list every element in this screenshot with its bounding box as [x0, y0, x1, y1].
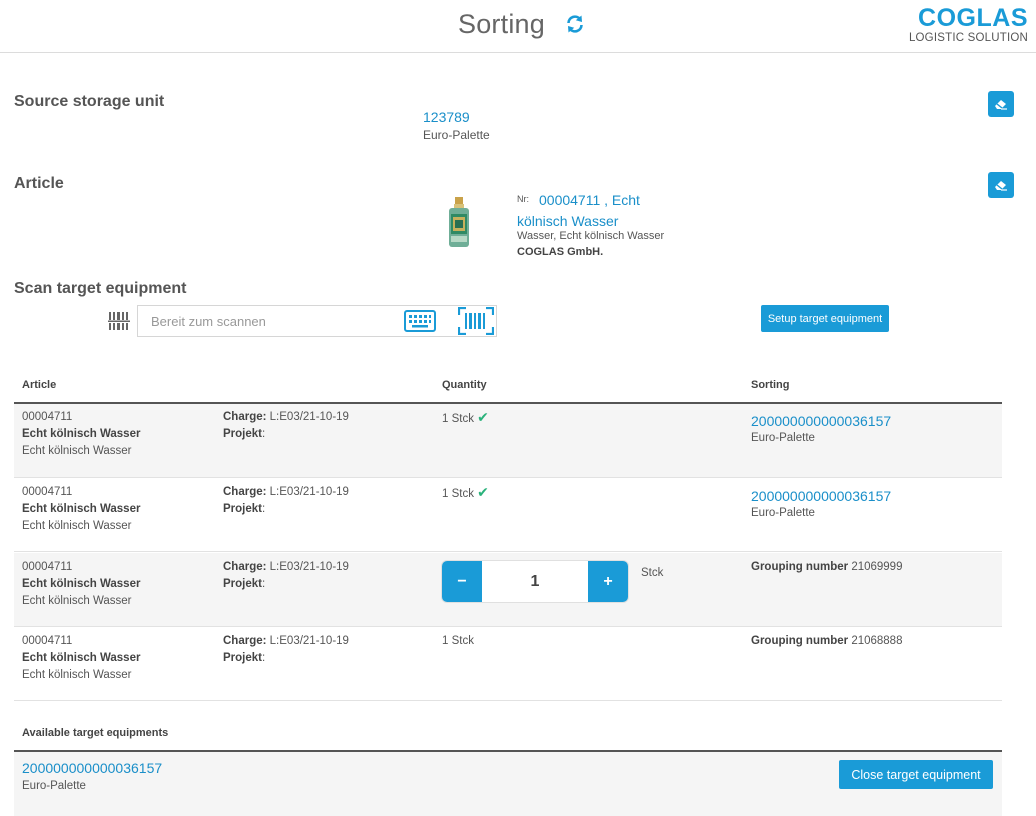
quantity-cell: 1 Stck ✔ [442, 409, 489, 428]
row-article-nr: 00004711 [22, 411, 73, 423]
camera-barcode-icon[interactable] [457, 306, 495, 336]
sorting-equipment-id[interactable]: 200000000000036157 [751, 487, 891, 505]
row-article-desc: Echt kölnisch Wasser [22, 669, 132, 681]
row-article-name: Echt kölnisch Wasser [22, 652, 141, 664]
eraser-icon [995, 100, 1007, 110]
row-article-name: Echt kölnisch Wasser [22, 428, 141, 440]
projekt-label: Projekt [223, 503, 262, 515]
projekt-label: Projekt [223, 652, 262, 664]
table-row: 00004711 Echt kölnisch Wasser Echt kölni… [14, 404, 1002, 478]
row-article-desc: Echt kölnisch Wasser [22, 520, 132, 532]
row-article-name: Echt kölnisch Wasser [22, 578, 141, 590]
charge-value: L:E03/21-10-19 [269, 561, 349, 573]
quantity-text: 1 Stck [442, 488, 474, 500]
charge-cell: Charge: L:E03/21-10-19 Projekt: [223, 409, 349, 443]
article-number-name[interactable]: 00004711 , Echt kölnisch Wasser [517, 190, 667, 232]
logo-word: COGLAS [918, 4, 1028, 32]
charge-cell: Charge: L:E03/21-10-19 Projekt: [223, 484, 349, 518]
available-equipment-id[interactable]: 200000000000036157 [22, 760, 162, 776]
sorting-equipment-type: Euro-Palette [751, 432, 815, 444]
charge-label: Charge: [223, 411, 267, 423]
projekt-label: Projekt [223, 428, 262, 440]
clear-source-button[interactable] [988, 91, 1014, 117]
scan-field [137, 305, 497, 337]
row-article-nr: 00004711 [22, 486, 73, 498]
clear-article-button[interactable] [988, 172, 1014, 198]
grouping-number: 21068888 [851, 635, 903, 647]
column-header-article: Article [22, 379, 57, 391]
charge-cell: Charge: L:E03/21-10-19 Projekt: [223, 559, 349, 593]
available-equipment-row: 200000000000036157 Euro-Palette Close ta… [14, 752, 1002, 816]
check-icon: ✔ [477, 484, 489, 500]
quantity-stepper: − + [442, 561, 628, 602]
projekt-value: : [262, 428, 266, 440]
logo-subtitle: LOGISTIC SOLUTION [908, 32, 1028, 44]
article-label: Article [14, 175, 64, 192]
column-header-sorting: Sorting [751, 379, 790, 391]
projekt-label: Projekt [223, 578, 262, 590]
app-header: Sorting COGLAS LOGISTIC SOLUTION [0, 0, 1036, 53]
row-article-nr: 00004711 [22, 561, 73, 573]
scan-target-equipment-label: Scan target equipment [14, 280, 187, 297]
row-article-nr: 00004711 [22, 635, 73, 647]
row-article-desc: Echt kölnisch Wasser [22, 595, 132, 607]
quantity-cell: 1 Stck ✔ [442, 484, 489, 503]
scan-input[interactable] [138, 306, 398, 336]
check-icon: ✔ [477, 409, 489, 425]
article-cell: 00004711 Echt kölnisch Wasser Echt kölni… [22, 484, 140, 535]
source-unit-id[interactable]: 123789 [423, 109, 470, 125]
eraser-icon [995, 181, 1007, 191]
product-image [446, 197, 472, 249]
charge-value: L:E03/21-10-19 [269, 411, 349, 423]
sorting-equipment-id[interactable]: 200000000000036157 [751, 412, 891, 430]
article-cell: 00004711 Echt kölnisch Wasser Echt kölni… [22, 633, 140, 684]
article-company: COGLAS GmbH. [517, 246, 604, 258]
decrement-button[interactable]: − [442, 561, 482, 602]
barcode-scan-icon [108, 311, 130, 331]
charge-label: Charge: [223, 635, 267, 647]
grouping-number: 21069999 [851, 561, 903, 573]
charge-label: Charge: [223, 486, 267, 498]
table-row: 00004711 Echt kölnisch Wasser Echt kölni… [14, 478, 1002, 552]
grouping-label: Grouping number [751, 635, 849, 647]
refresh-icon[interactable] [565, 14, 585, 34]
sorting-cell: Grouping number 21069999 [751, 559, 902, 576]
column-header-quantity: Quantity [442, 379, 487, 391]
row-article-name: Echt kölnisch Wasser [22, 503, 141, 515]
table-row: 00004711 Echt kölnisch Wasser Echt kölni… [14, 553, 1002, 627]
source-unit-type: Euro-Palette [423, 128, 490, 142]
available-target-equipments-label: Available target equipments [22, 727, 169, 739]
projekt-value: : [262, 503, 266, 515]
setup-target-equipment-button[interactable]: Setup target equipment [761, 305, 889, 332]
coglas-logo: COGLAS LOGISTIC SOLUTION [909, 5, 1028, 45]
source-storage-unit-label: Source storage unit [14, 93, 165, 110]
increment-button[interactable]: + [588, 561, 628, 602]
article-cell: 00004711 Echt kölnisch Wasser Echt kölni… [22, 409, 140, 460]
projekt-value: : [262, 652, 266, 664]
sorting-cell: 200000000000036157 Euro-Palette [751, 412, 891, 447]
projekt-value: : [262, 578, 266, 590]
quantity-input[interactable] [482, 561, 588, 602]
charge-cell: Charge: L:E03/21-10-19 Projekt: [223, 633, 349, 667]
page-title: Sorting [458, 9, 545, 39]
quantity-text: 1 Stck [442, 413, 474, 425]
grouping-label: Grouping number [751, 561, 849, 573]
article-description: Wasser, Echt kölnisch Wasser [517, 230, 665, 242]
sorting-equipment-type: Euro-Palette [751, 507, 815, 519]
sorting-cell: Grouping number 21068888 [751, 633, 902, 650]
row-article-desc: Echt kölnisch Wasser [22, 445, 132, 457]
table-row: 00004711 Echt kölnisch Wasser Echt kölni… [14, 627, 1002, 701]
keyboard-icon[interactable] [404, 310, 436, 332]
quantity-text: 1 Stck [442, 635, 474, 647]
article-cell: 00004711 Echt kölnisch Wasser Echt kölni… [22, 559, 140, 610]
sorting-cell: 200000000000036157 Euro-Palette [751, 487, 891, 522]
available-equipment-type: Euro-Palette [22, 780, 86, 792]
charge-value: L:E03/21-10-19 [269, 635, 349, 647]
charge-label: Charge: [223, 561, 267, 573]
charge-value: L:E03/21-10-19 [269, 486, 349, 498]
quantity-cell: 1 Stck [442, 633, 474, 650]
close-target-equipment-button[interactable]: Close target equipment [839, 760, 993, 789]
quantity-unit: Stck [641, 567, 664, 579]
article-nr: 00004711 [539, 192, 601, 208]
